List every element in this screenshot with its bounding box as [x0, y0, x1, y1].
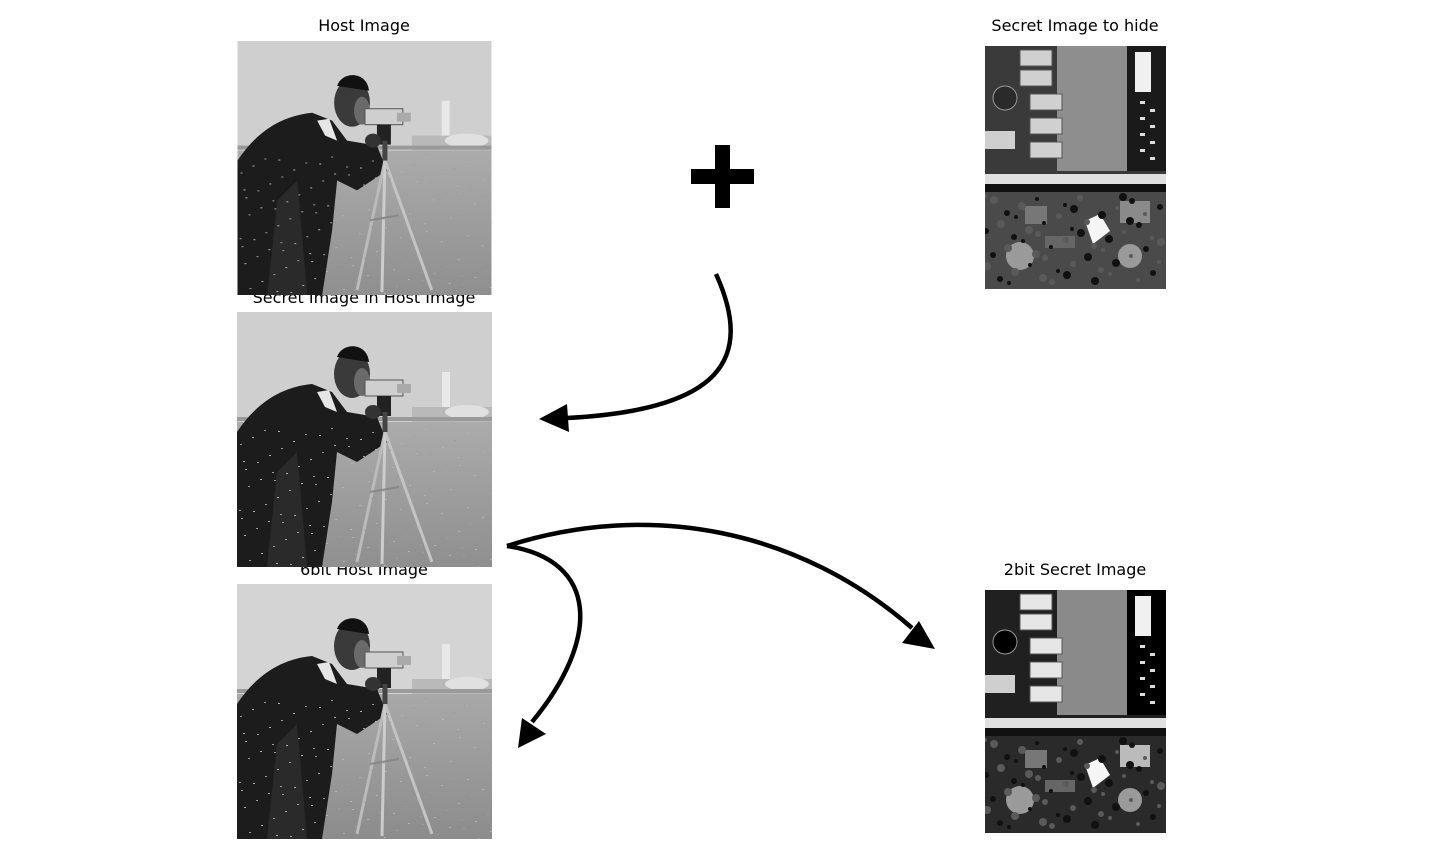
- stego-image: [237, 312, 492, 567]
- curved-arrow-to-stego: [539, 273, 733, 432]
- secret-image-title: Secret Image to hide: [991, 16, 1159, 35]
- host6-image: [237, 584, 492, 839]
- plus-sign: [691, 145, 754, 208]
- secret-image: [985, 46, 1166, 289]
- curved-arrow-to-host6: [506, 543, 583, 748]
- arrows-layer: [506, 145, 935, 748]
- secret2-image-title: 2bit Secret Image: [1003, 560, 1147, 579]
- host-image-title: Host Image: [318, 16, 410, 35]
- secret2-image: [985, 590, 1166, 833]
- steganography-diagram: Host Image Secret Image to hide Secret I…: [0, 0, 1440, 856]
- curved-arrow-to-secret2: [506, 522, 935, 649]
- host-image: [237, 41, 492, 295]
